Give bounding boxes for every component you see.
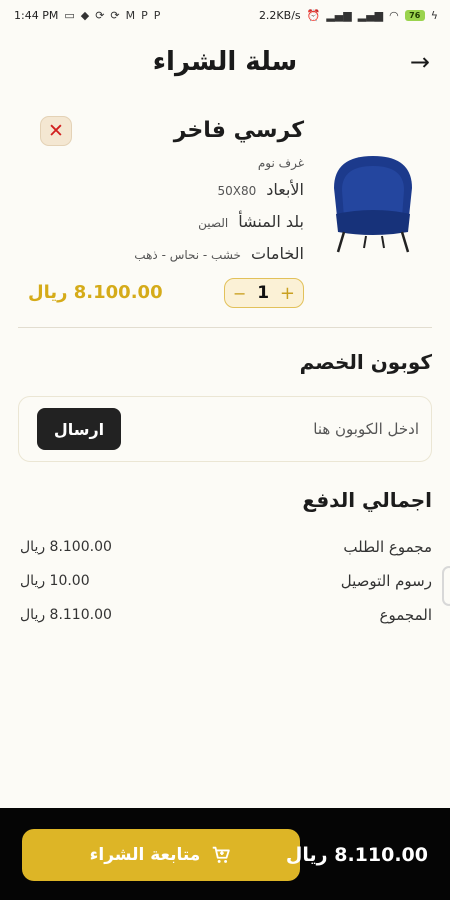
bottom-total: 8.110.00 ريال — [285, 844, 428, 866]
payment-title: اجمالي الدفع — [302, 488, 432, 512]
battery-icon: 76 — [404, 9, 425, 21]
order-total-label: مجموع الطلب — [343, 538, 432, 556]
checkout-label: متابعة الشراء — [89, 845, 201, 865]
coupon-input[interactable] — [179, 417, 419, 441]
divider — [18, 327, 432, 328]
coupon-title: كوبون الخصم — [299, 350, 432, 374]
status-left: 1:44 PM ▭ ◆ ⟳ ⟳ M P P — [14, 9, 160, 22]
delivery-fee-row: 10.00 ريال رسوم التوصيل — [20, 572, 432, 590]
delivery-fee-label: رسوم التوصيل — [340, 572, 432, 590]
sync-icon-2: ⟳ — [110, 8, 120, 22]
bottom-bar: متابعة الشراء 8.110.00 ريال — [0, 808, 450, 900]
increase-button[interactable]: + — [280, 283, 295, 304]
header: سلة الشراء → — [0, 40, 450, 84]
message-icon: ▭ — [64, 8, 75, 22]
sync-icon: ⟳ — [95, 8, 105, 22]
notification-icon: ◆ — [80, 8, 90, 22]
gmail-icon: M — [125, 8, 136, 22]
materials-label: الخامات — [250, 244, 304, 263]
order-total-row: 8.100.00 ريال مجموع الطلب — [20, 538, 432, 556]
quantity-stepper: − 1 + — [224, 278, 304, 308]
checkout-button[interactable]: متابعة الشراء — [22, 829, 300, 881]
delivery-fee-value: 10.00 ريال — [20, 573, 90, 589]
parking-icon: P — [141, 8, 148, 22]
page-title: سلة الشراء — [152, 47, 298, 77]
dimensions-label: الأبعاد — [266, 180, 304, 199]
signal-icon: ▂▄▆ — [326, 8, 352, 22]
materials-value: خشب - نحاس - ذهب — [134, 248, 241, 262]
cart-item: ✕ كرسي فاخر غرف نوم الأبعاد 50X80 بلد ال… — [0, 106, 450, 326]
product-image — [334, 156, 412, 253]
grand-total-row-value: 8.110.00 ريال — [20, 607, 112, 623]
materials-row: الخامات خشب - نحاس - ذهب — [134, 244, 304, 263]
remove-item-button[interactable]: ✕ — [40, 116, 72, 146]
dimensions-row: الأبعاد 50X80 — [217, 180, 304, 199]
charging-icon: ϟ — [430, 8, 438, 22]
signal-icon-2: ▂▄▆ — [357, 8, 384, 22]
network-speed: 2.2KB/s — [258, 8, 301, 22]
alarm-icon: ⏰ — [306, 8, 321, 22]
origin-row: بلد المنشأ الصين — [198, 212, 304, 231]
status-right: 2.2KB/s ⏰ ▂▄▆ ▂▄▆ ◠ 76 ϟ — [259, 9, 438, 22]
status-bar: 1:44 PM ▭ ◆ ⟳ ⟳ M P P 2.2KB/s ⏰ ▂▄▆ ▂▄▆ … — [0, 0, 450, 30]
decrease-button[interactable]: − — [233, 284, 246, 303]
side-handle[interactable] — [442, 566, 450, 606]
grand-total-row-label: المجموع — [379, 606, 432, 624]
grand-total-row: 8.110.00 ريال المجموع — [20, 606, 432, 624]
origin-value: الصين — [198, 216, 229, 230]
product-price: 8.100.00 ريال — [28, 282, 163, 303]
parking-icon-2: P — [153, 8, 161, 22]
quantity-value: 1 — [257, 283, 270, 303]
status-time: 1:44 PM — [14, 8, 59, 22]
product-name: كرسي فاخر — [173, 118, 304, 143]
product-category: غرف نوم — [257, 156, 304, 170]
back-arrow-icon[interactable]: → — [410, 48, 430, 76]
wifi-icon: ◠ — [389, 8, 399, 22]
send-coupon-button[interactable]: ارسال — [37, 408, 121, 450]
close-icon: ✕ — [48, 120, 64, 142]
dimensions-value: 50X80 — [217, 184, 257, 198]
origin-label: بلد المنشأ — [238, 212, 304, 231]
coupon-box: ارسال — [18, 396, 432, 462]
order-total-value: 8.100.00 ريال — [20, 539, 112, 555]
cart-icon — [213, 846, 231, 863]
